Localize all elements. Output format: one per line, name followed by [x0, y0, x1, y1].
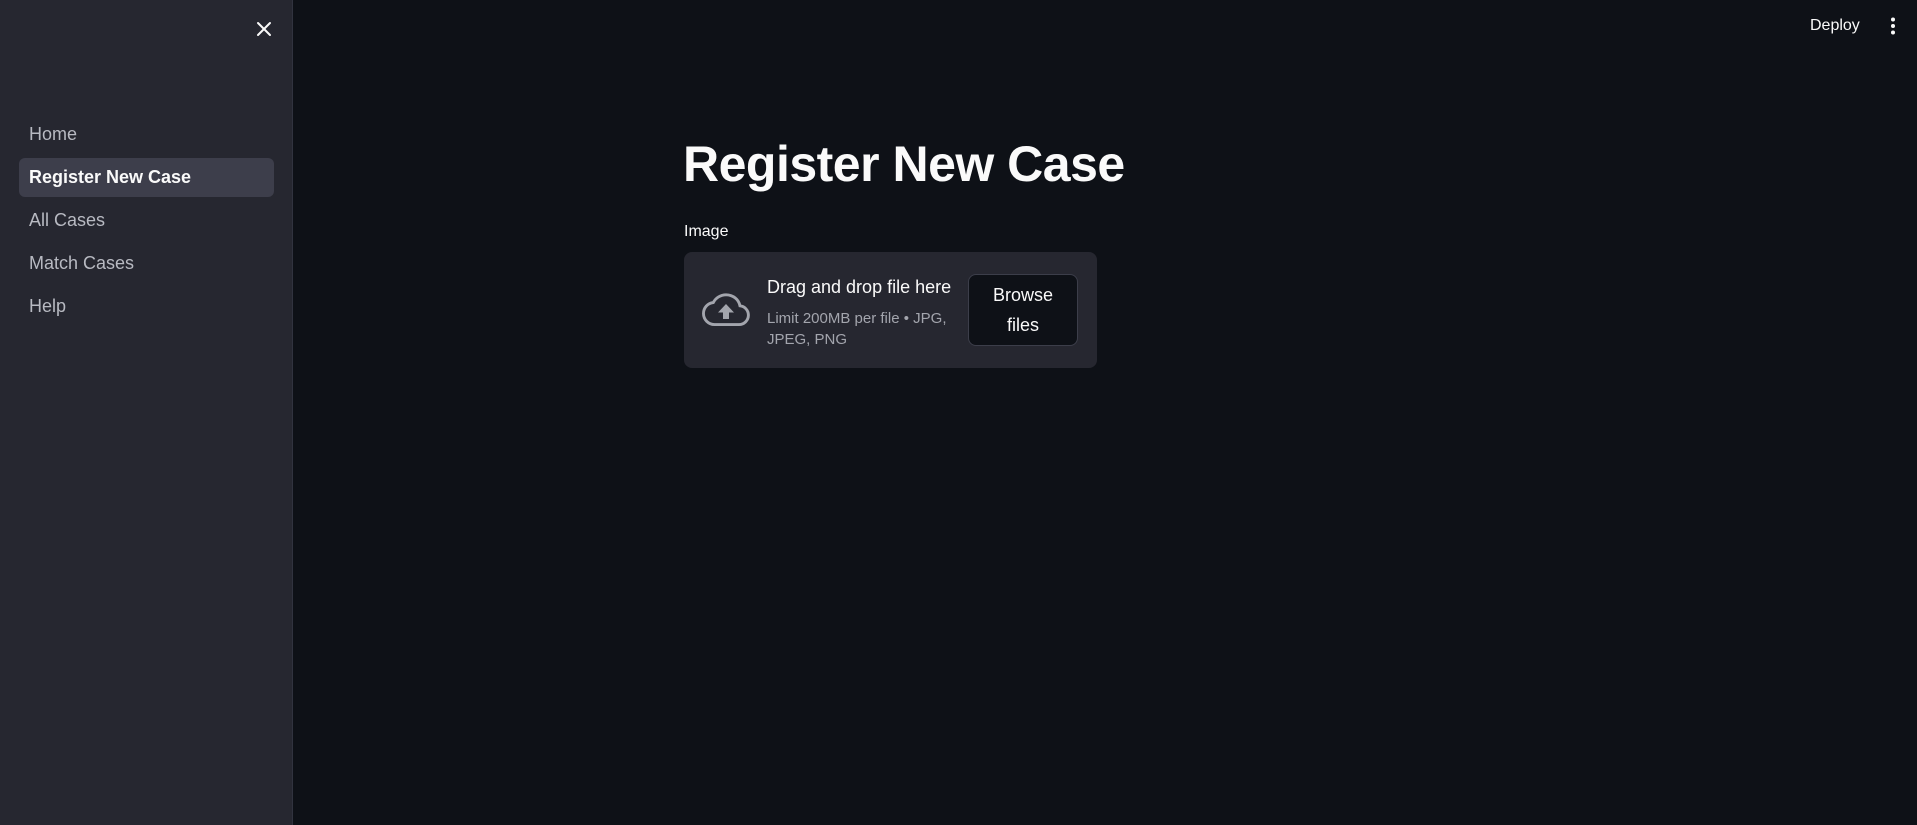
drop-instructions: Drag and drop file here — [767, 277, 952, 297]
file-uploader-dropzone[interactable]: Drag and drop file here Limit 200MB per … — [684, 252, 1097, 368]
image-field-label: Image — [684, 223, 729, 240]
sidebar-item-all-cases[interactable]: All Cases — [19, 201, 274, 240]
more-vertical-icon — [1891, 17, 1895, 35]
close-sidebar-button[interactable] — [250, 15, 278, 43]
sidebar-item-home[interactable]: Home — [19, 115, 274, 154]
deploy-button[interactable]: Deploy — [1800, 12, 1870, 40]
browse-files-button[interactable]: Browse files — [968, 274, 1078, 346]
main-menu-button[interactable] — [1882, 12, 1904, 40]
page-title: Register New Case — [683, 136, 1125, 192]
file-limit-text: Limit 200MB per file • JPG, JPEG, PNG — [767, 310, 947, 348]
close-icon — [257, 22, 271, 36]
sidebar-item-register-new-case[interactable]: Register New Case — [19, 158, 274, 197]
app: Home Register New Case All Cases Match C… — [0, 0, 1917, 825]
sidebar-item-match-cases[interactable]: Match Cases — [19, 244, 274, 283]
sidebar-item-help[interactable]: Help — [19, 287, 274, 326]
cloud-upload-icon — [702, 293, 750, 327]
sidebar: Home Register New Case All Cases Match C… — [0, 0, 293, 825]
sidebar-nav: Home Register New Case All Cases Match C… — [19, 115, 274, 330]
